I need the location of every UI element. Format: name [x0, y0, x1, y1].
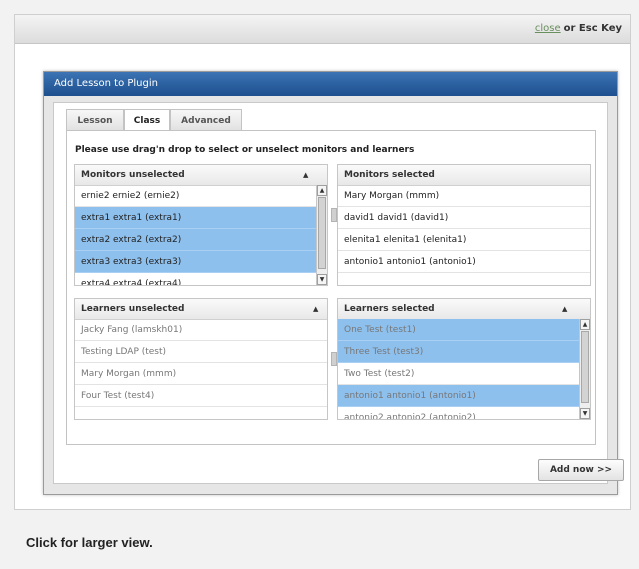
list-header[interactable]: Monitors unselected [75, 165, 327, 186]
list-item[interactable]: Jacky Fang (lamskh01) [75, 319, 327, 341]
sort-ascending-icon[interactable]: ▲ [303, 165, 308, 185]
list-item[interactable]: extra4 extra4 (extra4) [75, 273, 317, 285]
list-item[interactable]: elenita1 elenita1 (elenita1) [338, 229, 590, 251]
screenshot-frame: close or Esc Key Add Lesson to Plugin Les… [14, 14, 631, 510]
sort-ascending-icon[interactable]: ▲ [562, 299, 567, 319]
drag-drop-instruction: Please use drag'n drop to select or unse… [75, 145, 415, 155]
vertical-scrollbar[interactable]: ▲ ▼ [316, 185, 327, 285]
list-header[interactable]: Learners selected [338, 299, 590, 320]
sort-ascending-icon[interactable]: ▲ [313, 299, 318, 319]
list-item[interactable]: ernie2 ernie2 (ernie2) [75, 185, 317, 207]
list-item[interactable]: antonio1 antonio1 (antonio1) [338, 385, 579, 407]
vertical-scrollbar[interactable]: ▲ ▼ [579, 319, 590, 419]
list-item[interactable]: Testing LDAP (test) [75, 341, 327, 363]
list-item[interactable]: extra3 extra3 (extra3) [75, 251, 317, 273]
close-hint: close or Esc Key [535, 23, 622, 34]
tab-class[interactable]: Class [124, 109, 170, 131]
add-now-button[interactable]: Add now >> [538, 459, 624, 481]
learners-selected-list[interactable]: Learners selected ▲ One Test (test1) Thr… [337, 298, 591, 420]
list-item[interactable]: david1 david1 (david1) [338, 207, 590, 229]
list-header[interactable]: Monitors selected [338, 165, 590, 186]
scroll-up-icon[interactable]: ▲ [580, 319, 590, 330]
scrollbar-thumb[interactable] [581, 331, 589, 403]
larger-view-caption[interactable]: Click for larger view. [26, 535, 153, 550]
list-item[interactable]: antonio1 antonio1 (antonio1) [338, 251, 590, 273]
learners-unselected-list[interactable]: Learners unselected ▲ Jacky Fang (lamskh… [74, 298, 328, 420]
list-item[interactable]: Two Test (test2) [338, 363, 579, 385]
dialog-body: Lesson Class Advanced Please use drag'n … [53, 102, 624, 484]
tab-lesson[interactable]: Lesson [66, 109, 124, 131]
close-link[interactable]: close [535, 23, 561, 34]
list-item[interactable]: Three Test (test3) [338, 341, 579, 363]
list-item[interactable]: One Test (test1) [338, 319, 579, 341]
list-item[interactable]: extra1 extra1 (extra1) [75, 207, 317, 229]
monitors-selected-list[interactable]: Monitors selected Mary Morgan (mmm) davi… [337, 164, 591, 286]
scroll-down-icon[interactable]: ▼ [580, 408, 590, 419]
list-item[interactable]: Mary Morgan (mmm) [338, 185, 590, 207]
list-item[interactable]: Four Test (test4) [75, 385, 327, 407]
list-header[interactable]: Learners unselected [75, 299, 327, 320]
add-lesson-dialog: Add Lesson to Plugin Lesson Class Advanc… [43, 71, 624, 495]
tab-advanced[interactable]: Advanced [170, 109, 242, 131]
list-item[interactable]: extra2 extra2 (extra2) [75, 229, 317, 251]
scrollbar-thumb[interactable] [318, 197, 326, 269]
esc-key-hint: or Esc Key [563, 23, 622, 34]
dialog-title[interactable]: Add Lesson to Plugin [44, 72, 617, 96]
scroll-up-icon[interactable]: ▲ [317, 185, 327, 196]
class-tab-panel: Please use drag'n drop to select or unse… [66, 130, 596, 445]
monitors-unselected-list[interactable]: Monitors unselected ▲ ernie2 ernie2 (ern… [74, 164, 328, 286]
list-item[interactable]: Mary Morgan (mmm) [75, 363, 327, 385]
overlay-topbar: close or Esc Key [15, 15, 630, 44]
scroll-down-icon[interactable]: ▼ [317, 274, 327, 285]
list-item[interactable]: antonio2 antonio2 (antonio2) [338, 407, 579, 419]
